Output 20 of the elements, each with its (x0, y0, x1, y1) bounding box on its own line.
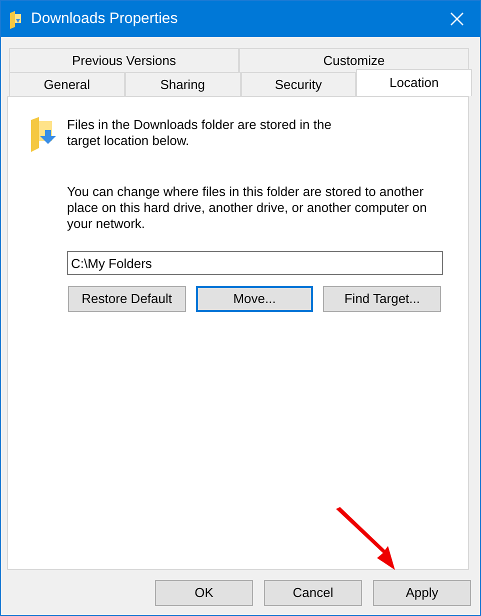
annotation-arrow (336, 507, 395, 570)
description-text: You can change where files in this folder are stored to another place on this hard drive, another drive, or another computer on your network. (67, 184, 428, 232)
close-icon (450, 12, 464, 26)
path-field[interactable]: C:\My Folders (67, 251, 443, 275)
tab[interactable]: Sharing (124, 72, 240, 96)
window-title: Downloads Properties (31, 8, 178, 29)
apply-button[interactable]: Apply (373, 580, 471, 606)
ok-button[interactable]: OK (155, 580, 253, 606)
cancel-button[interactable]: Cancel (264, 580, 362, 606)
tab[interactable]: Customize (239, 48, 469, 72)
tab[interactable]: Security (240, 72, 356, 96)
folder-icon (9, 10, 23, 29)
intro-text: Files in the Downloads folder are stored in the target location below. (67, 117, 332, 150)
tab[interactable]: Previous Versions (9, 48, 239, 72)
tab[interactable]: Location (356, 69, 472, 96)
folder-download-icon (30, 117, 57, 152)
tab[interactable]: General (9, 72, 125, 96)
find-target-button[interactable]: Find Target... (323, 286, 442, 312)
restore-default-button[interactable]: Restore Default (68, 286, 186, 312)
move-button[interactable]: Move... (196, 286, 314, 312)
